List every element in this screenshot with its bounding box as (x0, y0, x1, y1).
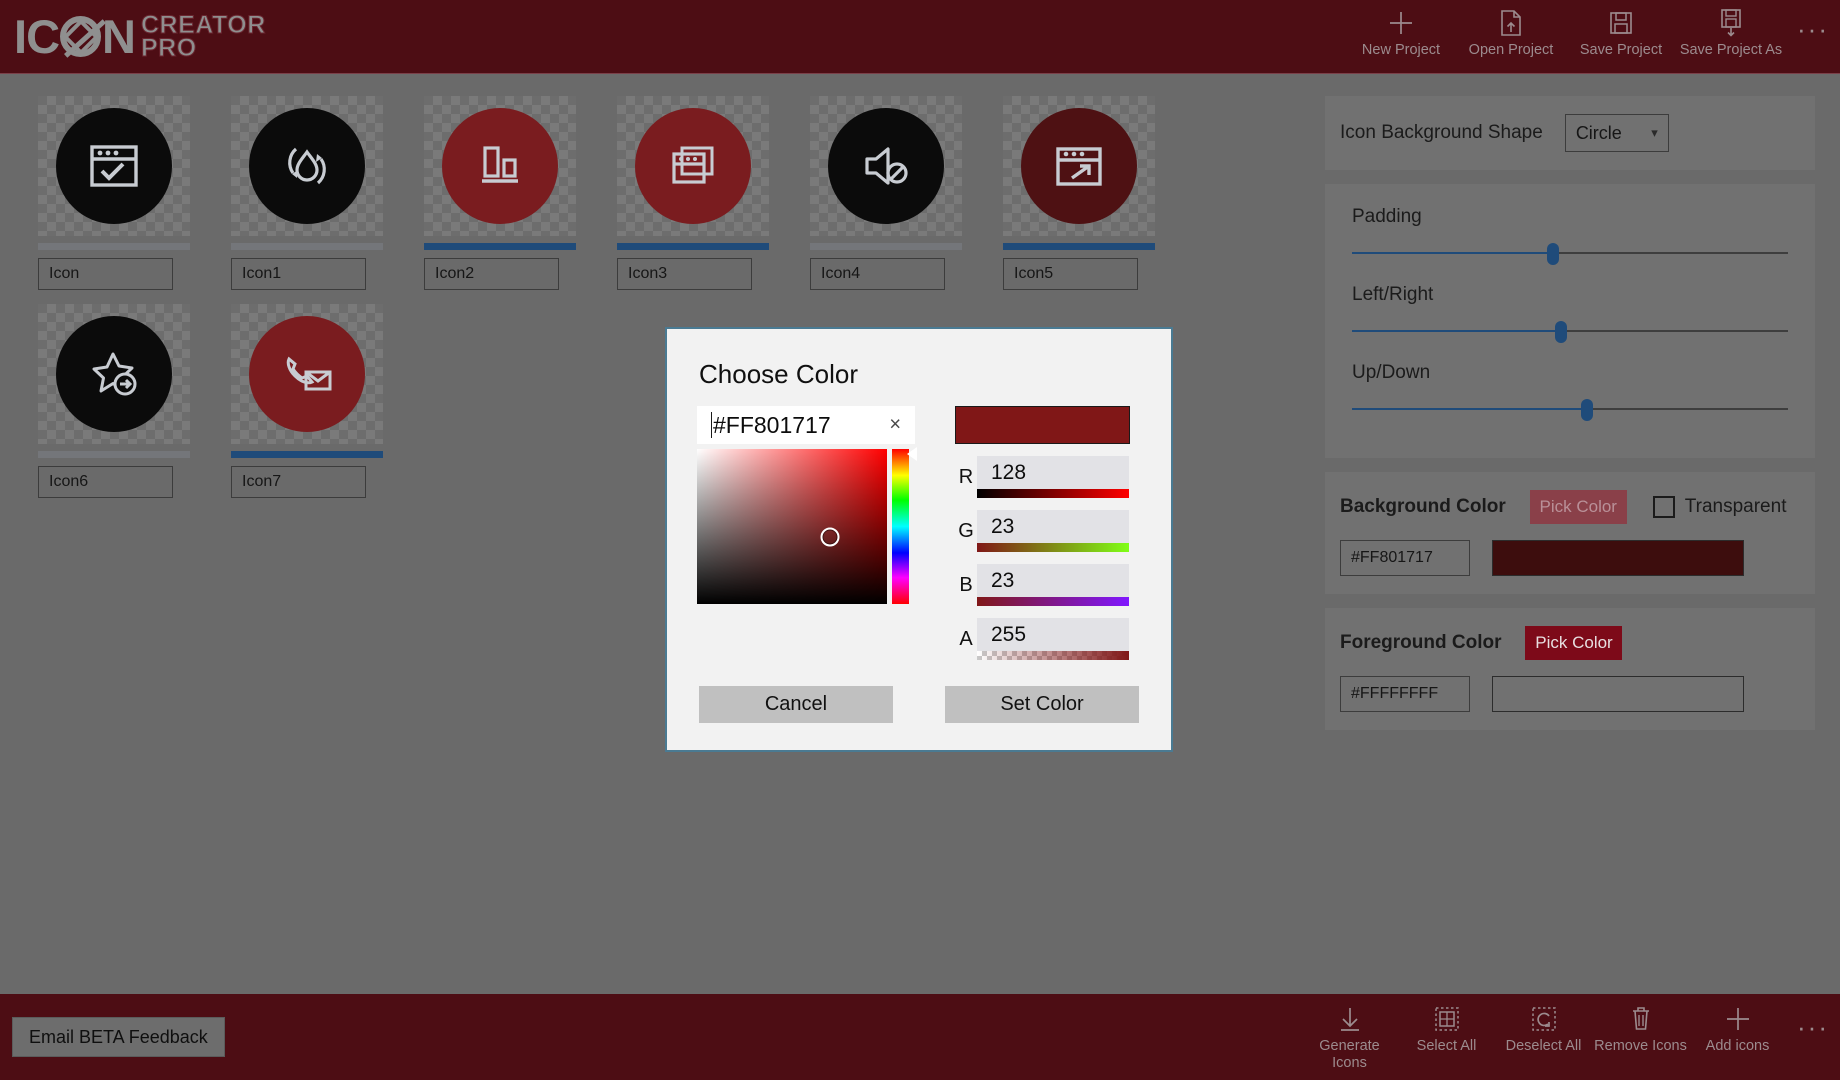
channel-row-a: A 255 (955, 618, 1135, 660)
dialog-hex-input[interactable]: #FF801717 × (697, 406, 915, 444)
green-value: 23 (991, 515, 1015, 538)
dialog-title: Choose Color (699, 359, 858, 389)
alpha-gradient-bar (977, 651, 1129, 660)
green-gradient-bar (977, 543, 1129, 552)
red-value: 128 (991, 461, 1027, 484)
alpha-input[interactable]: 255 (977, 618, 1129, 660)
channel-label-r: R (958, 465, 974, 488)
cancel-button[interactable]: Cancel (699, 686, 893, 723)
channel-row-r: R 128 (955, 456, 1135, 498)
choose-color-dialog: Choose Color #FF801717 × R 128 G 23 B 23… (665, 327, 1173, 752)
hue-marker[interactable] (907, 447, 917, 461)
app-root: IC N CREATOR PRO New Project Open Projec… (0, 0, 1840, 1080)
sv-marker[interactable] (820, 527, 840, 547)
saturation-value-picker[interactable] (697, 449, 887, 604)
blue-input[interactable]: 23 (977, 564, 1129, 606)
red-input[interactable]: 128 (977, 456, 1129, 498)
text-caret (711, 412, 712, 438)
blue-value: 23 (991, 569, 1015, 592)
channel-label-a: A (959, 627, 973, 650)
hue-slider[interactable] (892, 447, 917, 604)
channel-label-b: B (959, 573, 973, 596)
set-color-button[interactable]: Set Color (945, 686, 1139, 723)
channel-label-g: G (958, 519, 974, 542)
dialog-hex-value: #FF801717 (713, 411, 831, 438)
channel-row-b: B 23 (955, 564, 1135, 606)
green-input[interactable]: 23 (977, 510, 1129, 552)
alpha-value: 255 (991, 623, 1027, 646)
blue-gradient-bar (977, 597, 1129, 606)
clear-icon[interactable]: × (889, 414, 901, 437)
hue-strip[interactable] (892, 449, 909, 604)
red-gradient-bar (977, 489, 1129, 498)
color-preview-swatch (955, 406, 1130, 444)
channel-row-g: G 23 (955, 510, 1135, 552)
